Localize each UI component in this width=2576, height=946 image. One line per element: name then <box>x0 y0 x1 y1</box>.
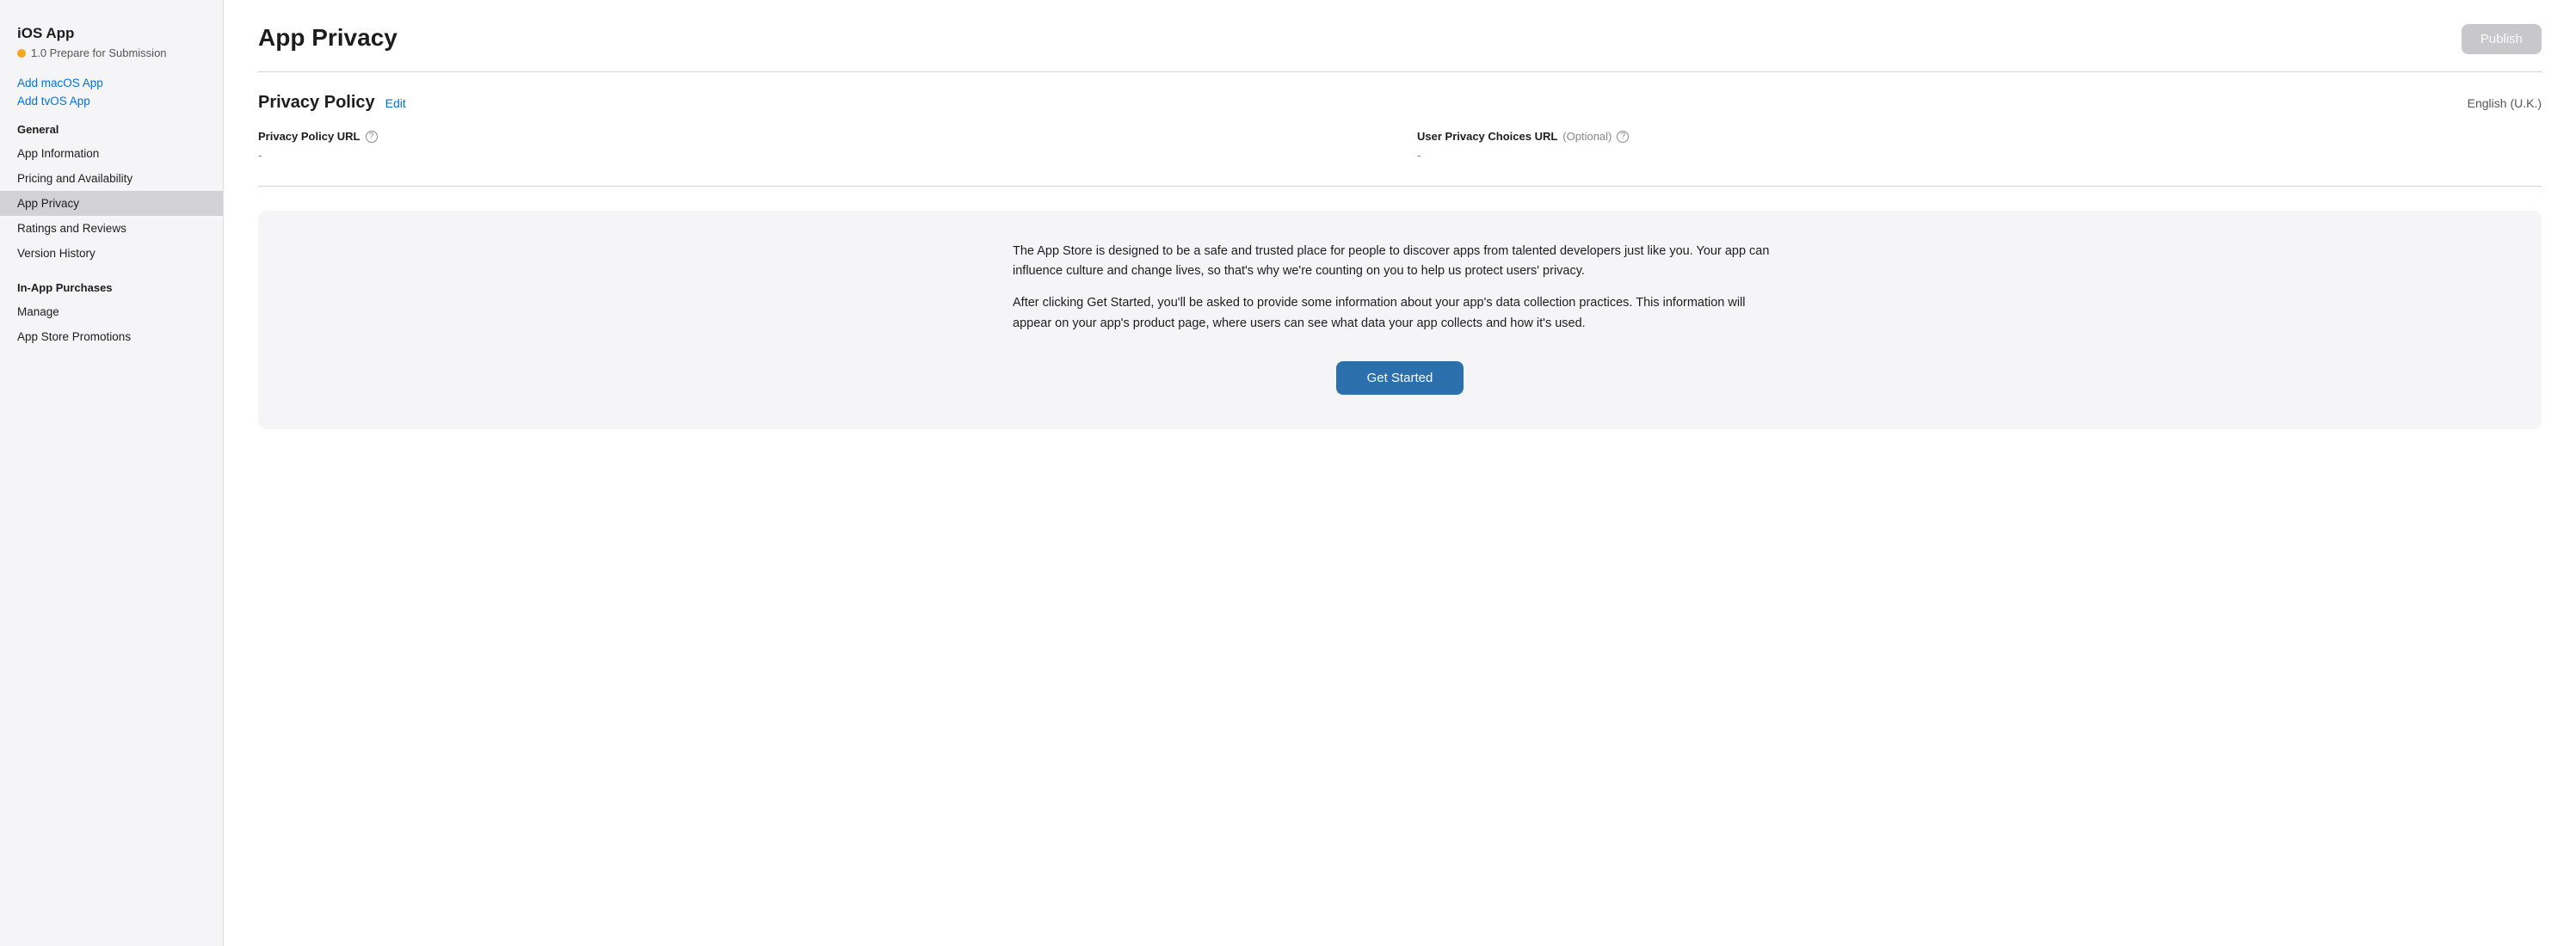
page-title: App Privacy <box>258 24 397 52</box>
info-paragraph-2: After clicking Get Started, you'll be as… <box>1013 293 1787 333</box>
info-paragraph-1: The App Store is designed to be a safe a… <box>1013 242 1787 281</box>
privacy-policy-url-group: Privacy Policy URL ? - <box>258 130 1383 162</box>
sidebar-item-app-store-promotions[interactable]: App Store Promotions <box>0 324 223 349</box>
user-privacy-choices-url-label: User Privacy Choices URL <box>1417 130 1557 143</box>
sidebar-item-app-privacy[interactable]: App Privacy <box>0 191 223 216</box>
publish-button[interactable]: Publish <box>2462 24 2542 54</box>
privacy-policy-title: Privacy Policy <box>258 93 375 113</box>
info-box-text: The App Store is designed to be a safe a… <box>1013 242 1787 334</box>
section-title-row: Privacy Policy Edit <box>258 93 406 113</box>
version-row: 1.0 Prepare for Submission <box>17 46 206 59</box>
privacy-policy-url-help-icon[interactable]: ? <box>366 131 378 143</box>
language-label: English (U.K.) <box>2468 96 2542 110</box>
privacy-policy-section-header: Privacy Policy Edit English (U.K.) <box>258 93 2542 113</box>
user-privacy-choices-help-icon[interactable]: ? <box>1617 131 1629 143</box>
sidebar-header: iOS App 1.0 Prepare for Submission <box>0 24 223 63</box>
header-divider <box>258 71 2542 72</box>
user-privacy-choices-url-value: - <box>1417 148 2542 162</box>
app-title: iOS App <box>17 24 206 43</box>
edit-link[interactable]: Edit <box>385 96 406 110</box>
sidebar-item-manage[interactable]: Manage <box>0 299 223 324</box>
get-started-button-row: Get Started <box>293 354 2507 395</box>
privacy-policy-url-value: - <box>258 148 1383 162</box>
privacy-policy-url-label-row: Privacy Policy URL ? <box>258 130 1383 143</box>
sidebar-item-app-information[interactable]: App Information <box>0 141 223 166</box>
privacy-fields-row: Privacy Policy URL ? - User Privacy Choi… <box>258 130 2542 162</box>
sidebar: iOS App 1.0 Prepare for Submission Add m… <box>0 0 224 946</box>
info-box: The App Store is designed to be a safe a… <box>258 211 2542 429</box>
sidebar-platform-links: Add macOS App Add tvOS App <box>0 63 223 108</box>
privacy-policy-url-label: Privacy Policy URL <box>258 130 361 143</box>
user-privacy-choices-optional: (Optional) <box>1562 130 1612 143</box>
get-started-button[interactable]: Get Started <box>1336 361 1464 395</box>
iap-section-label: In-App Purchases <box>0 266 223 299</box>
add-tvos-link[interactable]: Add tvOS App <box>17 95 206 108</box>
main-content: App Privacy Publish Privacy Policy Edit … <box>224 0 2576 946</box>
page-header: App Privacy Publish <box>258 24 2542 54</box>
version-label: 1.0 Prepare for Submission <box>31 46 167 59</box>
general-section-label: General <box>0 108 223 141</box>
sidebar-item-version-history[interactable]: Version History <box>0 241 223 266</box>
user-privacy-choices-url-label-row: User Privacy Choices URL (Optional) ? <box>1417 130 2542 143</box>
sidebar-item-ratings-reviews[interactable]: Ratings and Reviews <box>0 216 223 241</box>
section-divider <box>258 186 2542 187</box>
sidebar-item-pricing-availability[interactable]: Pricing and Availability <box>0 166 223 191</box>
user-privacy-choices-url-group: User Privacy Choices URL (Optional) ? - <box>1417 130 2542 162</box>
status-dot <box>17 49 26 58</box>
add-macos-link[interactable]: Add macOS App <box>17 77 206 89</box>
